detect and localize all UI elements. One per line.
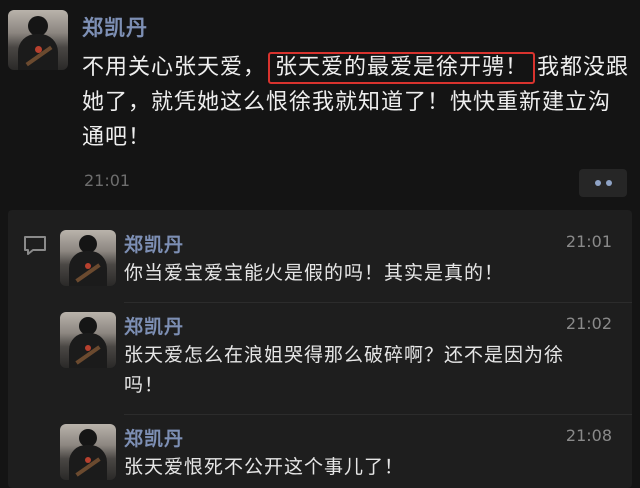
post-text: 不用关心张天爱， 张天爱的最爱是徐开骋！ 我都没跟她了，就凭她这么恨徐我就知道了！快… xyxy=(82,50,630,155)
comments-panel: 郑凯丹 21:01 你当爱宝爱宝能火是假的吗！其实是真的！ 郑凯丹 21:02 … xyxy=(8,210,632,488)
comment-author-name[interactable]: 郑凯丹 xyxy=(124,312,184,339)
more-dots-icon[interactable] xyxy=(579,169,627,197)
comment-author-name[interactable]: 郑凯丹 xyxy=(124,424,184,451)
comment-timestamp: 21:01 xyxy=(565,232,612,251)
comment-text: 张天爱恨死不公开这个事儿了！ xyxy=(124,456,405,478)
avatar[interactable] xyxy=(60,230,116,286)
avatar[interactable] xyxy=(60,424,116,480)
comment-author-name[interactable]: 郑凯丹 xyxy=(124,230,184,257)
comment-text: 你当爱宝爱宝能火是假的吗！其实是真的！ xyxy=(124,262,505,284)
post-timestamp: 21:01 xyxy=(84,171,131,190)
comment-timestamp: 21:08 xyxy=(565,426,612,445)
post-text-before: 不用关心张天爱， xyxy=(82,55,267,80)
moments-page: 郑凯丹 不用关心张天爱， 张天爱的最爱是徐开骋！ 我都没跟她了，就凭她这么恨徐我就知… xyxy=(0,0,640,488)
highlighted-text: 张天爱的最爱是徐开骋！ xyxy=(268,52,536,84)
comment-bubble-icon xyxy=(24,236,46,255)
divider xyxy=(124,302,632,303)
avatar[interactable] xyxy=(60,312,116,368)
comment-timestamp: 21:02 xyxy=(565,314,612,333)
comment-text: 张天爱怎么在浪姐哭得那么破碎啊？还不是因为徐吗！ xyxy=(124,344,565,396)
post: 郑凯丹 不用关心张天爱， 张天爱的最爱是徐开骋！ 我都没跟她了，就凭她这么恨徐我就知… xyxy=(0,0,640,208)
divider xyxy=(124,414,632,415)
post-author-name[interactable]: 郑凯丹 xyxy=(82,12,148,42)
avatar[interactable] xyxy=(8,10,68,70)
